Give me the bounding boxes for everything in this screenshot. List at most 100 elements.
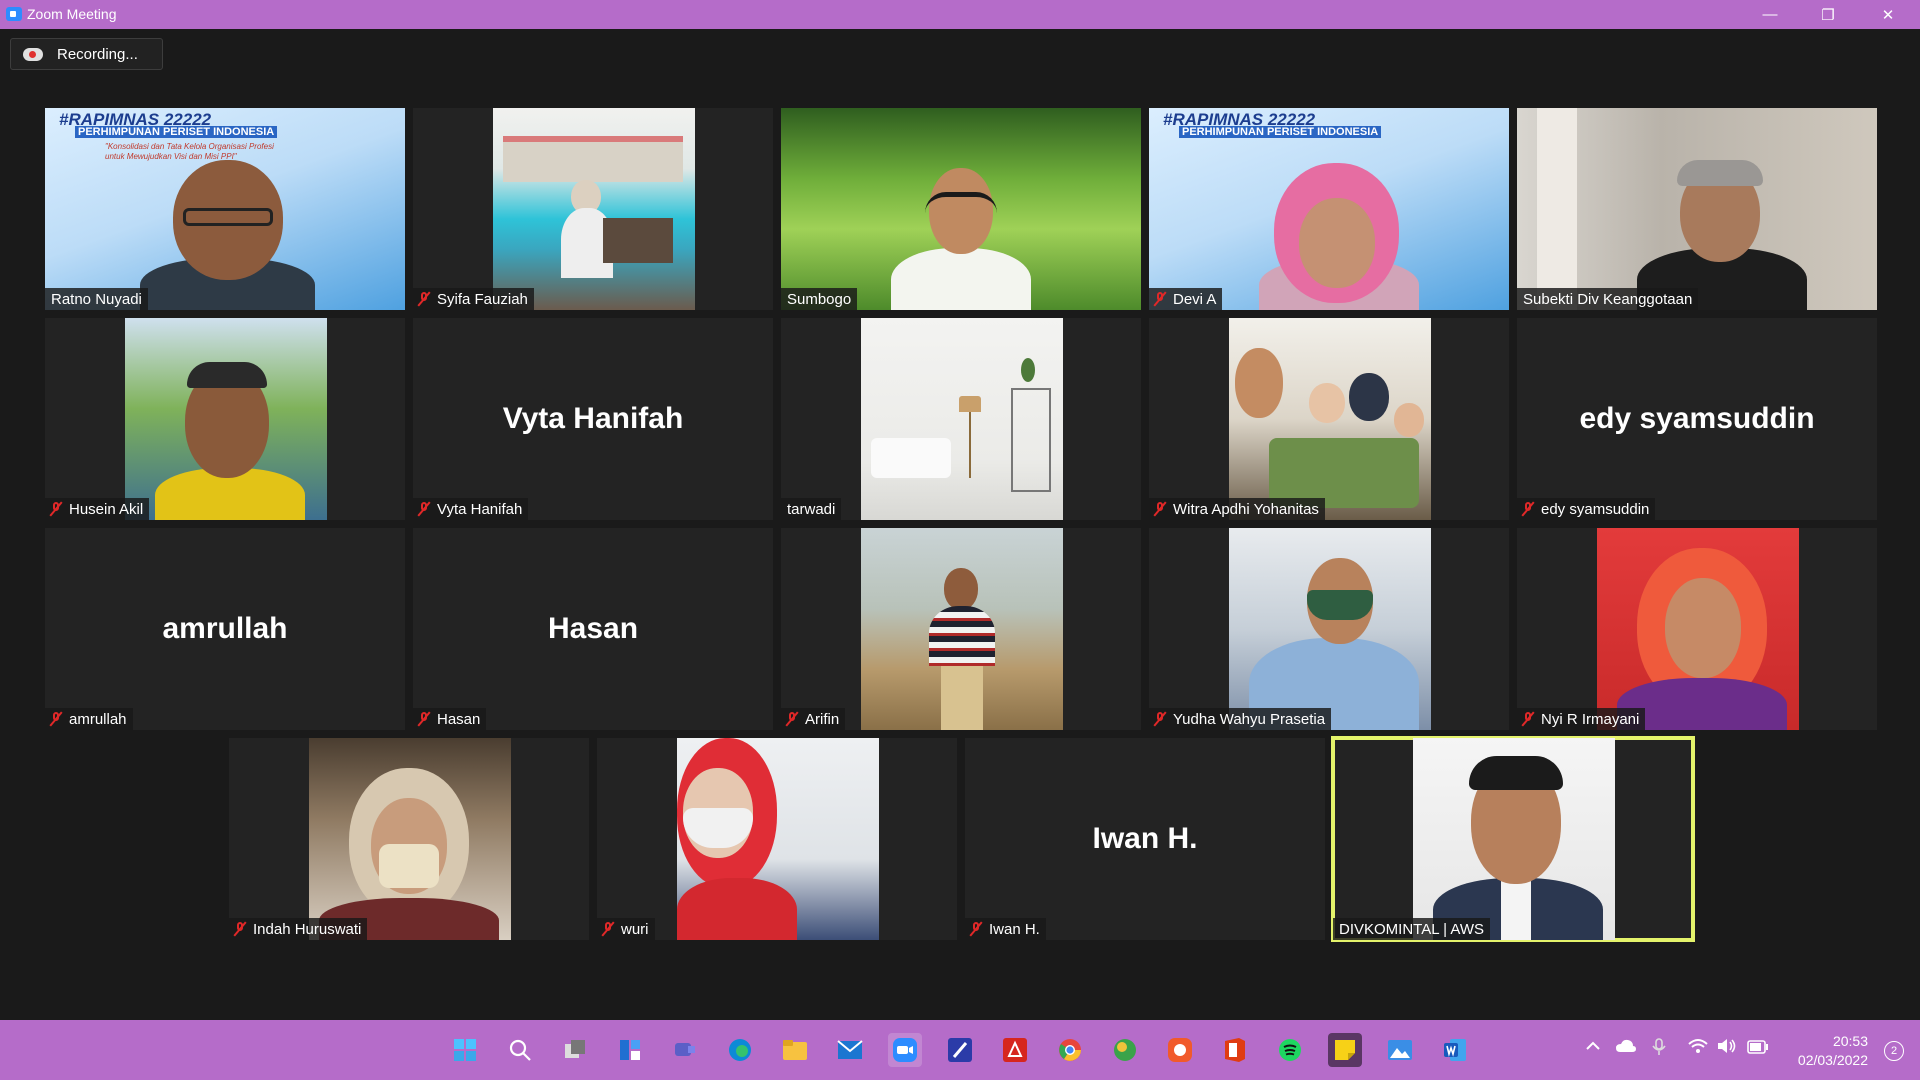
participant-video [1229,318,1431,520]
volume-icon[interactable] [1717,1038,1737,1059]
active-speaker-tile[interactable]: DIVKOMINTAL | AWS [1331,736,1695,942]
participant-tile[interactable]: Sumbogo [781,108,1141,310]
participant-video [493,108,695,310]
wifi-icon[interactable] [1688,1038,1708,1059]
participant-name: tarwadi [781,498,842,520]
participant-video: #RAPIMNAS 22222 PERHIMPUNAN PERISET INDO… [1149,108,1509,310]
zoom-icon[interactable] [888,1033,922,1067]
participant-name: edy syamsuddin [1517,498,1656,520]
office-icon[interactable] [1218,1033,1252,1067]
close-button[interactable]: ✕ [1860,0,1916,29]
teams-chat-icon[interactable] [668,1033,702,1067]
word-icon[interactable] [1438,1033,1472,1067]
chrome-icon[interactable] [1053,1033,1087,1067]
participant-name: Husein Akil [45,498,150,520]
windows-start-icon[interactable] [448,1033,482,1067]
participant-name: Arifin [781,708,846,730]
restore-button[interactable]: ❐ [1800,0,1856,29]
mail-icon[interactable] [833,1033,867,1067]
participant-name: Nyi R Irmayani [1517,708,1646,730]
participant-video [1229,528,1431,730]
window-title: Zoom Meeting [27,6,117,22]
participant-display-name: amrullah [162,612,288,645]
participant-name: Witra Apdhi Yohanitas [1149,498,1325,520]
participant-video [861,528,1063,730]
muted-mic-icon [419,292,429,306]
participant-tile[interactable]: tarwadi [781,318,1141,520]
participant-video [861,318,1063,520]
clock-date: 02/03/2022 [1797,1052,1868,1068]
participant-name: Subekti Div Keanggotaan [1517,288,1699,310]
taskbar: 20:53 02/03/2022 2 [0,1020,1920,1080]
participant-name: Indah Huruswati [229,918,368,940]
edge-icon[interactable] [723,1033,757,1067]
participant-video [1413,738,1615,940]
participant-tile[interactable]: Subekti Div Keanggotaan [1517,108,1877,310]
muted-mic-icon [1523,502,1533,516]
photo-app-icon[interactable] [1163,1033,1197,1067]
muted-mic-icon [787,712,797,726]
maps-app-icon[interactable] [1108,1033,1142,1067]
acrobat-icon[interactable] [998,1033,1032,1067]
participant-video [309,738,511,940]
participant-tile[interactable]: Vyta Hanifah Vyta Hanifah [413,318,773,520]
search-icon[interactable] [503,1033,537,1067]
title-bar: Zoom Meeting — ❐ ✕ [0,0,1920,29]
participant-name: Iwan H. [965,918,1046,940]
participant-tile[interactable]: Arifin [781,528,1141,730]
participant-tile[interactable]: Husein Akil [45,318,405,520]
app-icon[interactable] [943,1033,977,1067]
cloud-recording-icon [23,47,43,61]
participant-tile[interactable]: amrullah amrullah [45,528,405,730]
file-explorer-icon[interactable] [778,1033,812,1067]
muted-mic-icon [1155,502,1165,516]
participant-name: DIVKOMINTAL | AWS [1333,918,1491,940]
participant-name: Syifa Fauziah [413,288,534,310]
muted-mic-icon [603,922,613,936]
participant-video [125,318,327,520]
zoom-logo-icon [6,7,22,21]
participant-tile[interactable]: #RAPIMNAS 22222 PERHIMPUNAN PERISET INDO… [45,108,405,310]
participant-tile[interactable]: #RAPIMNAS 22222 PERHIMPUNAN PERISET INDO… [1149,108,1509,310]
participant-video [1597,528,1799,730]
microphone-icon[interactable] [1652,1038,1666,1061]
participant-tile[interactable]: Indah Huruswati [229,738,589,940]
participant-tile[interactable]: Nyi R Irmayani [1517,528,1877,730]
participant-tile[interactable]: Hasan Hasan [413,528,773,730]
participant-tile[interactable]: Iwan H. Iwan H. [965,738,1325,940]
chevron-up-icon[interactable] [1585,1038,1601,1059]
participant-name: Devi A [1149,288,1223,310]
participant-display-name: Hasan [547,612,639,645]
sticky-notes-icon[interactable] [1328,1033,1362,1067]
task-view-icon[interactable] [558,1033,592,1067]
notification-badge[interactable]: 2 [1884,1041,1904,1061]
recording-indicator[interactable]: Recording... [10,38,163,70]
spotify-icon[interactable] [1273,1033,1307,1067]
muted-mic-icon [51,712,61,726]
photos-icon[interactable] [1383,1033,1417,1067]
participant-tile[interactable]: Yudha Wahyu Prasetia [1149,528,1509,730]
participant-tile[interactable]: edy syamsuddin edy syamsuddin [1517,318,1877,520]
participant-name: Ratno Nuyadi [45,288,148,310]
participant-video: #RAPIMNAS 22222 PERHIMPUNAN PERISET INDO… [45,108,405,310]
battery-icon[interactable] [1747,1038,1769,1059]
participant-tile[interactable]: Witra Apdhi Yohanitas [1149,318,1509,520]
muted-mic-icon [419,712,429,726]
clock-time: 20:53 [1832,1033,1868,1049]
participant-tile[interactable]: wuri [597,738,957,940]
participant-name: Vyta Hanifah [413,498,529,520]
muted-mic-icon [1155,292,1165,306]
onedrive-cloud-icon[interactable] [1615,1038,1637,1059]
recording-label: Recording... [57,45,138,63]
muted-mic-icon [1155,712,1165,726]
minimize-button[interactable]: — [1742,0,1798,29]
participant-tile[interactable]: Syifa Fauziah [413,108,773,310]
participant-video [781,108,1141,310]
muted-mic-icon [971,922,981,936]
participant-video [677,738,879,940]
participant-name: Hasan [413,708,487,730]
widgets-icon[interactable] [613,1033,647,1067]
banner-tagline-2: untuk Mewujudkan Visi dan Misi PPI" [105,152,237,161]
system-clock[interactable]: 20:53 02/03/2022 [1798,1032,1868,1070]
participant-display-name: Iwan H. [1092,822,1198,855]
